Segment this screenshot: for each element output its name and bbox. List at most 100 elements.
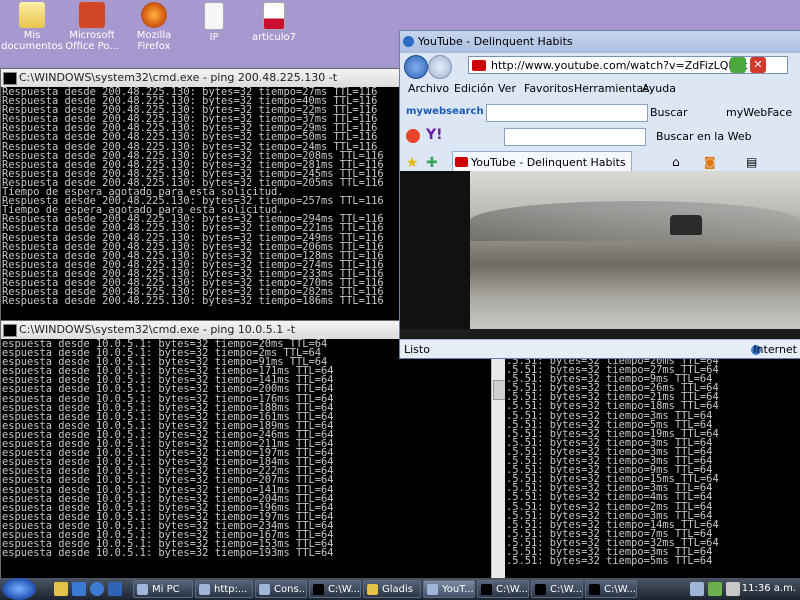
taskbar-item-http[interactable]: http:... (195, 580, 253, 598)
cmd-titlebar[interactable]: C:\WINDOWS\system32\cmd.exe - ping 200.4… (1, 69, 399, 87)
print-icon[interactable]: ▤ (746, 155, 757, 169)
cmd-icon (481, 584, 492, 595)
taskbar-item-label: Mi PC (152, 584, 180, 595)
tray-security-icon[interactable] (708, 582, 722, 596)
taskbar-item-label: Gladis (382, 584, 413, 595)
taskbar-item-label: YouT... (442, 584, 474, 595)
tray-volume-icon[interactable] (726, 582, 740, 596)
youtube-favicon (455, 157, 468, 167)
taskbar-item-mipc[interactable]: Mi PC (133, 580, 193, 598)
menu-favoritos[interactable]: Favoritos (524, 82, 574, 95)
home-icon[interactable]: ⌂ (672, 155, 680, 169)
video-player[interactable] (400, 171, 800, 329)
desktop-icon-label: IP (209, 32, 219, 43)
video-car (670, 215, 702, 235)
back-button[interactable] (404, 55, 428, 79)
stop-icon[interactable]: ✕ (750, 57, 766, 73)
cmd-icon (3, 324, 17, 337)
favorites-star-icon[interactable]: ★ (406, 155, 419, 171)
menu-herramientas[interactable]: Herramientas (574, 82, 649, 95)
status-text: Listo (404, 343, 430, 356)
ie-icon (259, 584, 270, 595)
add-favorite-icon[interactable]: ✚ (426, 155, 438, 171)
taskbar-item-youtube[interactable]: YouT... (423, 580, 475, 598)
menu-ayuda[interactable]: Ayuda (642, 82, 676, 95)
desktop-icon-ip[interactable]: IP (182, 2, 246, 43)
yahoo-icon[interactable]: Y! (426, 127, 443, 143)
ie-icon (403, 36, 414, 47)
refresh-icon[interactable] (730, 57, 746, 73)
cmd-scrollbar[interactable] (491, 340, 506, 579)
desktop-icon-firefox[interactable]: Mozilla Firefox (122, 2, 186, 52)
address-url: http://www.youtube.com/watch?v=ZdFizLQDt… (491, 59, 748, 72)
taskbar-item-label: http:... (214, 584, 248, 595)
quicklaunch-desktop-icon[interactable] (54, 582, 68, 596)
desktop-icon-powerpoint[interactable]: Microsoft Office Po... (60, 2, 124, 52)
taskbar-item-label: C:\W... (604, 584, 636, 595)
cmd-icon (589, 584, 600, 595)
desktop-icon-label: Microsoft Office Po... (65, 30, 119, 52)
taskbar-item-cmd-2[interactable]: C:\W... (477, 580, 529, 598)
mywebsearch-toolbar: mywebsearch Buscar myWebFace (400, 101, 800, 125)
console-output: .5.51: bytes=32 tiempo=20ms TTL=64.5.51:… (505, 356, 800, 566)
menu-bar: Archivo Edición Ver Favoritos Herramient… (400, 77, 800, 101)
taskbar: Mi PC http:... Cons... C:\W... Gladis Yo… (0, 578, 800, 600)
desktop-icon-label: articulo7 (251, 32, 297, 43)
mywebface-button[interactable]: myWebFace (726, 106, 792, 119)
folder-icon (367, 584, 378, 595)
buscar-button[interactable]: Buscar (650, 106, 688, 119)
tray-network-icon[interactable] (690, 582, 704, 596)
cmd-title: C:\WINDOWS\system32\cmd.exe - ping 200.4… (19, 71, 338, 84)
yahoo-search-input[interactable] (504, 128, 646, 146)
address-row: http://www.youtube.com/watch?v=ZdFizLQDt… (400, 53, 800, 79)
desktop-icon-articulo7[interactable]: articulo7 (242, 2, 306, 43)
clock[interactable]: 11:36 a.m. (742, 578, 796, 600)
taskbar-item-cons[interactable]: Cons... (255, 580, 307, 598)
quicklaunch-ie-icon[interactable] (90, 582, 104, 596)
desktop-icon-label: Mozilla Firefox (136, 30, 172, 52)
taskbar-item-label: Cons... (274, 584, 307, 595)
status-bar: Listo Internet (400, 339, 800, 358)
rss-icon[interactable]: ◙ (704, 155, 716, 169)
console-output: Respuesta desde 200.48.225.130: bytes=32… (1, 87, 399, 307)
computer-icon (137, 584, 148, 595)
mywebsearch-logo: mywebsearch (406, 106, 484, 117)
pdf-icon (263, 2, 285, 30)
cmd-icon (535, 584, 546, 595)
desktop-icon-label: Mis documentos (1, 30, 63, 52)
yahoo-search-button[interactable]: Buscar en la Web (656, 130, 752, 143)
quicklaunch-switch-icon[interactable] (72, 582, 86, 596)
text-file-icon (204, 2, 224, 30)
taskbar-item-cmd-4[interactable]: C:\W... (585, 580, 637, 598)
powerpoint-icon (79, 2, 105, 28)
tab-youtube[interactable]: YouTube - Delinquent Habits (452, 151, 632, 173)
forward-button[interactable] (428, 55, 452, 79)
mywebsearch-input[interactable] (486, 104, 648, 122)
video-frame (470, 171, 800, 329)
cmd-icon (3, 72, 17, 85)
menu-edicion[interactable]: Edición (454, 82, 494, 95)
zone-text: Internet (753, 343, 797, 356)
menu-archivo[interactable]: Archivo (408, 82, 449, 95)
browser-window[interactable]: YouTube - Delinquent Habits http://www.y… (399, 30, 800, 359)
taskbar-item-gladis[interactable]: Gladis (363, 580, 421, 598)
video-hills (470, 201, 800, 241)
desktop-icon-documents[interactable]: Mis documentos (0, 2, 64, 52)
console-line: espuesta desde 10.0.5.1: bytes=32 tiempo… (2, 547, 334, 560)
browser-title: YouTube - Delinquent Habits (418, 35, 573, 48)
ie-icon (427, 584, 438, 595)
cmd-window-ping-200[interactable]: C:\WINDOWS\system32\cmd.exe - ping 200.4… (0, 68, 400, 322)
console-output: espuesta desde 10.0.5.1: bytes=32 tiempo… (1, 339, 506, 560)
menu-ver[interactable]: Ver (498, 82, 516, 95)
video-controls[interactable] (400, 329, 800, 339)
addon-icon[interactable] (406, 129, 420, 143)
cmd-window-ping-5-51[interactable]: .5.51: bytes=32 tiempo=20ms TTL=64.5.51:… (505, 356, 800, 578)
youtube-favicon (472, 60, 486, 71)
quicklaunch-media-icon[interactable] (108, 582, 122, 596)
cmd-window-ping-10[interactable]: C:\WINDOWS\system32\cmd.exe - ping 10.0.… (0, 320, 507, 580)
browser-titlebar[interactable]: YouTube - Delinquent Habits (400, 31, 800, 53)
taskbar-item-cmd-1[interactable]: C:\W... (309, 580, 361, 598)
start-button[interactable] (2, 578, 36, 600)
taskbar-item-cmd-3[interactable]: C:\W... (531, 580, 583, 598)
taskbar-item-label: C:\W... (328, 584, 360, 595)
